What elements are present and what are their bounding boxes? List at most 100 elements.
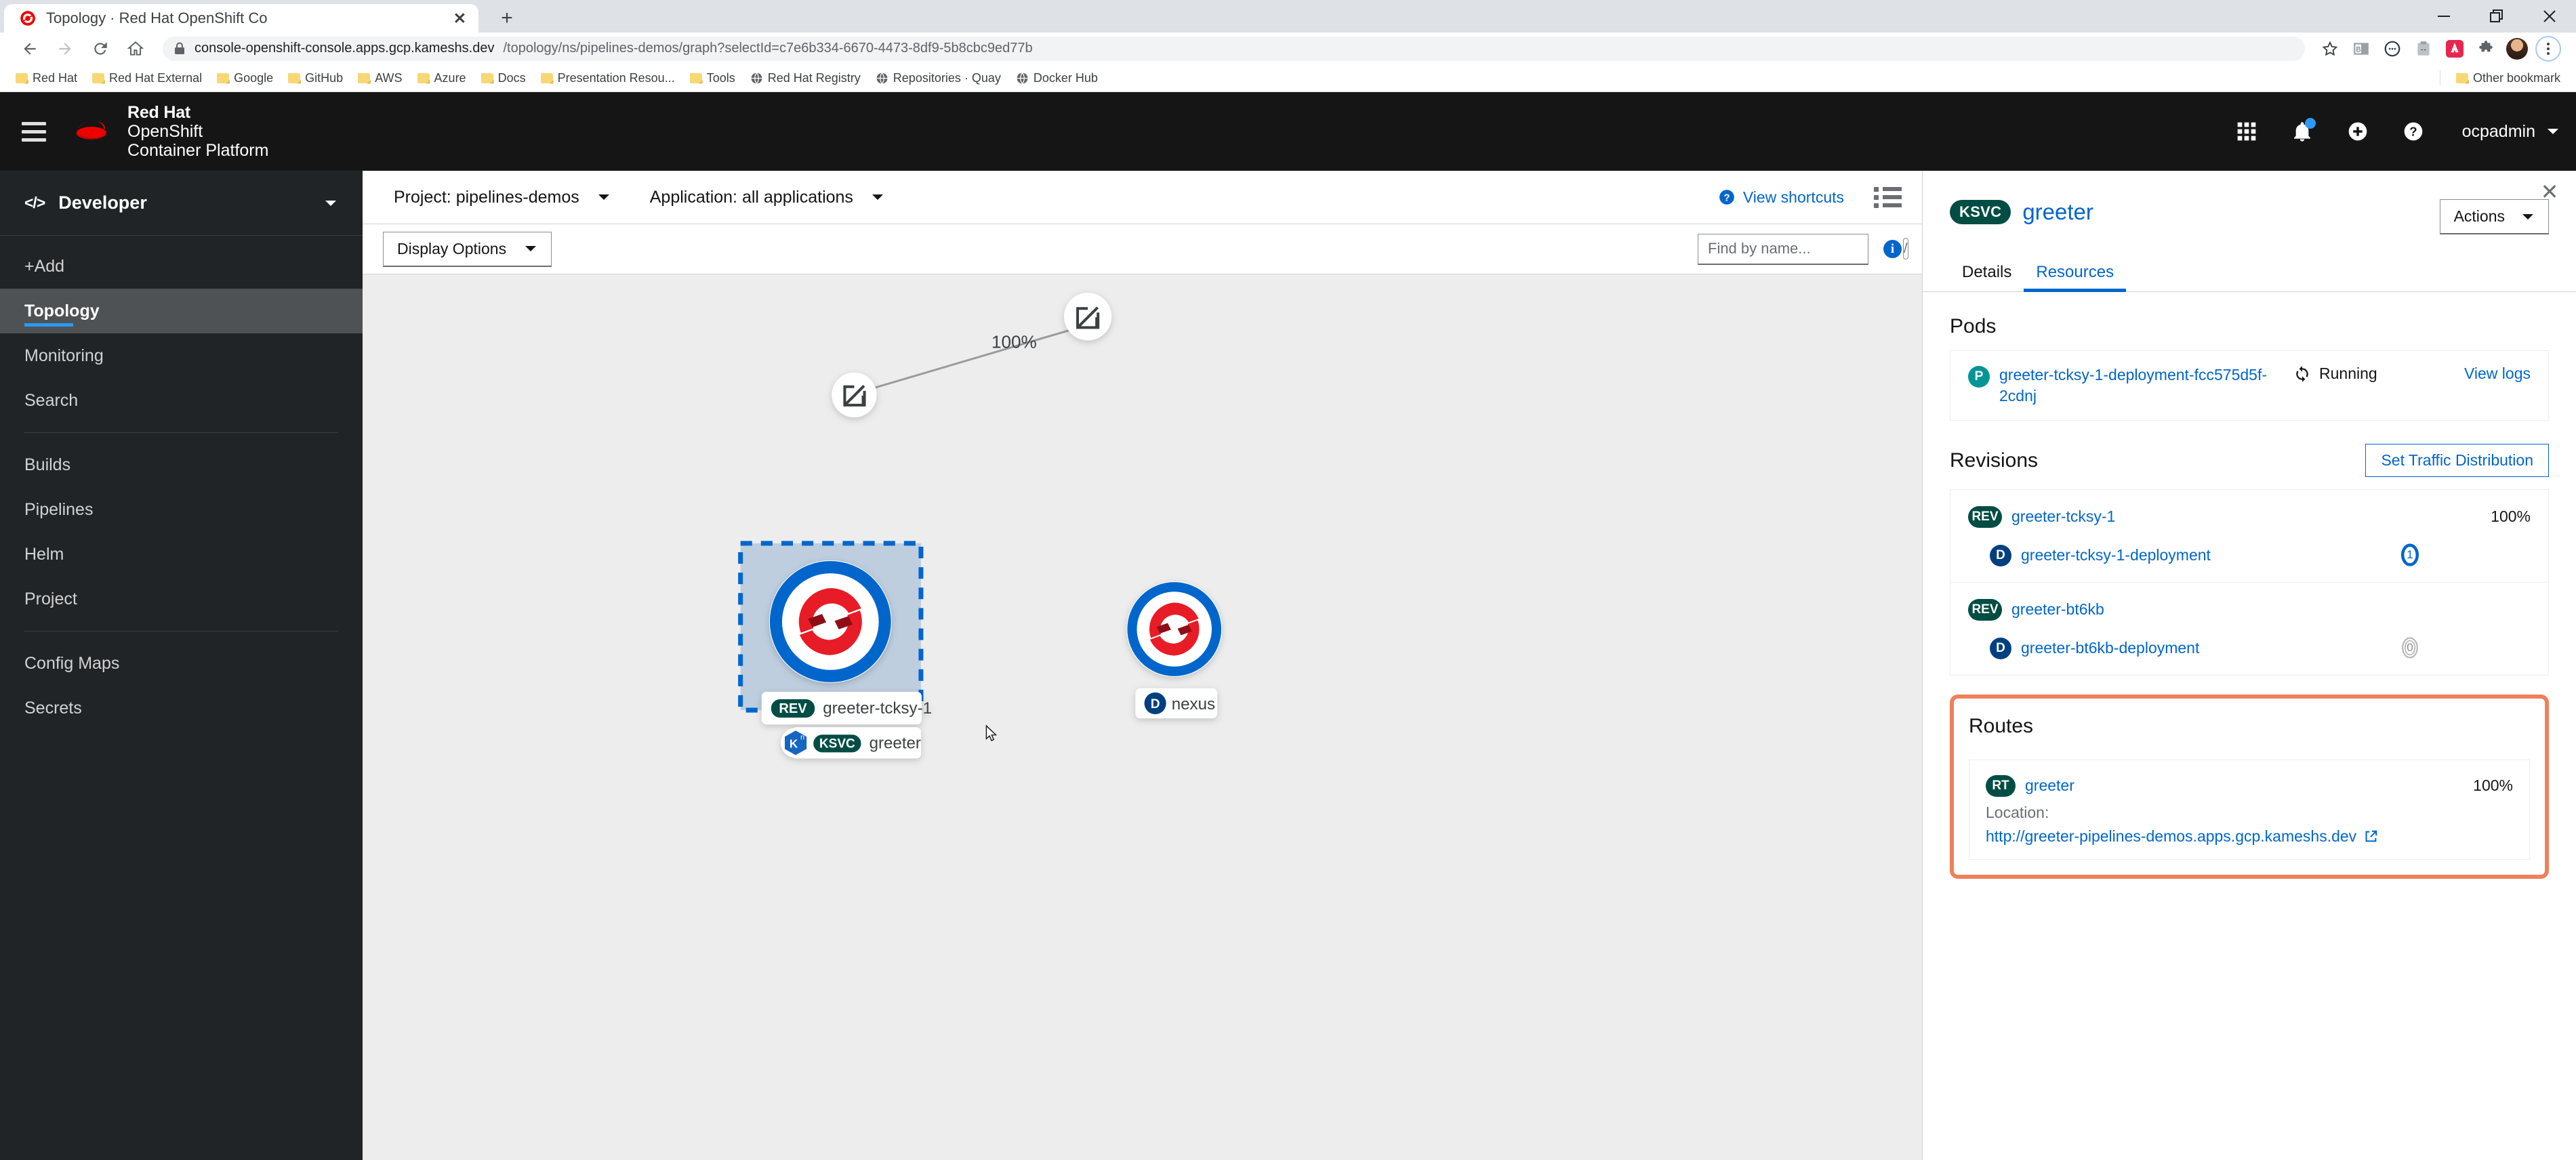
address-bar[interactable]: console-openshift-console.apps.gcp.kames…	[163, 36, 2305, 61]
pod-name-link[interactable]: greeter-tcksy-1-deployment-fcc575d5f-2cd…	[1999, 365, 2284, 407]
resource-kind-badge: KSVC	[1950, 200, 2011, 224]
search-input[interactable]	[1708, 240, 1903, 257]
bookmark-item[interactable]: Google	[211, 68, 279, 89]
sidebar-item-monitoring[interactable]: Monitoring	[0, 333, 363, 378]
help-circle-icon[interactable]: ?	[2398, 117, 2428, 146]
bookmark-item[interactable]: AWS	[352, 68, 408, 89]
extension-chat-icon[interactable]	[2377, 35, 2408, 62]
svg-text:D: D	[1151, 697, 1160, 711]
close-icon[interactable]: ✕	[2538, 180, 2561, 203]
project-selector[interactable]: Project: pipelines-demos	[383, 182, 621, 213]
topology-graph-svg: 100% REV greeter-tcksy-1 K n KSVC greete…	[738, 293, 1223, 759]
new-tab-button[interactable]: +	[493, 8, 520, 28]
user-menu[interactable]: ocpadmin	[2462, 122, 2560, 142]
actions-button[interactable]: Actions	[2439, 199, 2549, 234]
route-badge: RT	[1986, 775, 2016, 798]
perspective-switcher[interactable]: </> Developer	[0, 171, 363, 236]
browser-tab-title: Topology · Red Hat OpenShift Co	[46, 9, 268, 26]
notification-badge-dot	[2304, 118, 2316, 129]
nav-toggle-icon[interactable]	[0, 121, 68, 142]
home-button-icon[interactable]	[118, 35, 153, 62]
extension-red-icon[interactable]	[2439, 35, 2470, 62]
sidebar-item-secrets[interactable]: Secrets	[0, 686, 363, 730]
bookmark-item[interactable]: Red Hat Registry	[744, 68, 867, 89]
revision-badge: REV	[1968, 506, 2002, 529]
revision-node-label[interactable]: REV greeter-tcksy-1	[761, 691, 932, 725]
sidebar-item-builds[interactable]: Builds	[0, 442, 363, 487]
bell-icon[interactable]	[2287, 117, 2317, 146]
brand-logo[interactable]: Red Hat OpenShift Container Platform	[68, 103, 268, 160]
tab-resources[interactable]: Resources	[2024, 255, 2126, 292]
window-minimize-icon[interactable]	[2417, 0, 2470, 33]
revision-name-link[interactable]: greeter-tcksy-1	[2011, 506, 2115, 527]
browser-tab[interactable]: Topology · Red Hat OpenShift Co ✕	[4, 4, 478, 33]
sidebar-item-project[interactable]: Project	[0, 577, 363, 621]
window-close-icon[interactable]	[2523, 0, 2576, 33]
revision-node-greeter-tcksy-1[interactable]	[769, 560, 892, 683]
reload-button-icon[interactable]	[83, 35, 118, 62]
ksvc-external-link-icon[interactable]	[1063, 293, 1112, 341]
other-bookmarks-button[interactable]: Other bookmark	[2450, 68, 2567, 89]
pod-ring-idle[interactable]: 0	[2398, 636, 2422, 660]
bookmark-label: GitHub	[305, 70, 344, 85]
revision-name-link[interactable]: greeter-bt6kb	[2011, 599, 2104, 620]
route-url-link[interactable]: http://greeter-pipelines-demos.apps.gcp.…	[1986, 827, 2513, 846]
find-by-name-field[interactable]: /	[1698, 233, 1908, 265]
display-options-button[interactable]: Display Options	[383, 231, 552, 267]
pod-ring-count: 0	[2407, 641, 2413, 655]
bookmark-item[interactable]: Red Hat External	[86, 68, 208, 89]
back-button-icon[interactable]	[12, 35, 47, 62]
ksvc-group-label[interactable]: K n KSVC greeter	[780, 727, 921, 759]
profile-avatar[interactable]	[2501, 35, 2533, 62]
deployment-name-link[interactable]: greeter-bt6kb-deployment	[2021, 638, 2199, 659]
browser-menu-icon[interactable]	[2533, 35, 2564, 62]
nexus-node-label[interactable]: D nexus	[1135, 688, 1218, 719]
topology-graph-canvas[interactable]: 100% REV greeter-tcksy-1 K n KSVC greete…	[363, 274, 1922, 1160]
pod-ring-active[interactable]: 1	[2398, 543, 2422, 567]
extensions-puzzle-icon[interactable]	[2470, 35, 2501, 62]
bookmark-label: Azure	[434, 70, 466, 85]
view-shortcuts-button[interactable]: ? View shortcuts	[1718, 188, 1844, 207]
page-title[interactable]: greeter	[2022, 199, 2093, 225]
deployment-name-link[interactable]: greeter-tcksy-1-deployment	[2021, 545, 2211, 566]
apps-grid-icon[interactable]	[2232, 117, 2262, 146]
set-traffic-distribution-button[interactable]: Set Traffic Distribution	[2365, 444, 2549, 478]
sidebar-item-helm[interactable]: Helm	[0, 532, 363, 577]
extension-clipboard-icon[interactable]	[2408, 35, 2439, 62]
bookmark-item[interactable]: Repositories · Quay	[870, 68, 1007, 89]
deployment-node-nexus[interactable]	[1126, 581, 1223, 677]
route-card: RT greeter 100% Location: http://greeter…	[1969, 760, 2530, 861]
route-name-link[interactable]: greeter	[2025, 775, 2074, 796]
topology-search-area: / i	[1698, 233, 1908, 265]
sidebar-item-pipelines[interactable]: Pipelines	[0, 487, 363, 532]
folder-icon	[358, 72, 371, 83]
bookmark-item[interactable]: Docker Hub	[1010, 68, 1104, 89]
list-view-toggle-icon[interactable]	[1874, 186, 1902, 208]
info-icon[interactable]: i	[1883, 240, 1902, 258]
bookmark-label: Repositories · Quay	[893, 70, 1001, 85]
tab-close-icon[interactable]: ✕	[453, 9, 466, 28]
bookmark-star-icon[interactable]	[2314, 35, 2346, 62]
view-logs-link[interactable]: View logs	[2464, 365, 2531, 383]
application-selector[interactable]: Application: all applications	[639, 182, 895, 213]
bookmark-item[interactable]: GitHub	[282, 68, 349, 89]
window-restore-icon[interactable]	[2470, 0, 2523, 33]
sidebar-item-add[interactable]: +Add	[0, 244, 363, 289]
sidebar-item-config-maps[interactable]: Config Maps	[0, 641, 363, 686]
bookmark-item[interactable]: Tools	[684, 68, 741, 89]
sidebar-item-search[interactable]: Search	[0, 378, 363, 423]
tab-details[interactable]: Details	[1950, 255, 2024, 291]
bookmark-item[interactable]: Azure	[411, 68, 472, 89]
bookmark-item[interactable]: Presentation Resou...	[535, 68, 681, 89]
svg-text:KSVC: KSVC	[819, 737, 855, 751]
plus-circle-icon[interactable]	[2343, 117, 2373, 146]
pod-status-label: Running	[2319, 365, 2377, 382]
mouse-cursor	[985, 724, 998, 741]
revision-external-link-icon[interactable]	[832, 372, 877, 418]
bookmark-item[interactable]: Docs	[475, 68, 532, 89]
forward-button-icon[interactable]	[47, 35, 83, 62]
extension-news-icon[interactable]: B	[2346, 35, 2377, 62]
bookmark-item[interactable]: Red Hat	[9, 68, 83, 89]
sidebar-item-topology[interactable]: Topology	[0, 289, 363, 333]
bookmark-label: Tools	[706, 70, 735, 85]
